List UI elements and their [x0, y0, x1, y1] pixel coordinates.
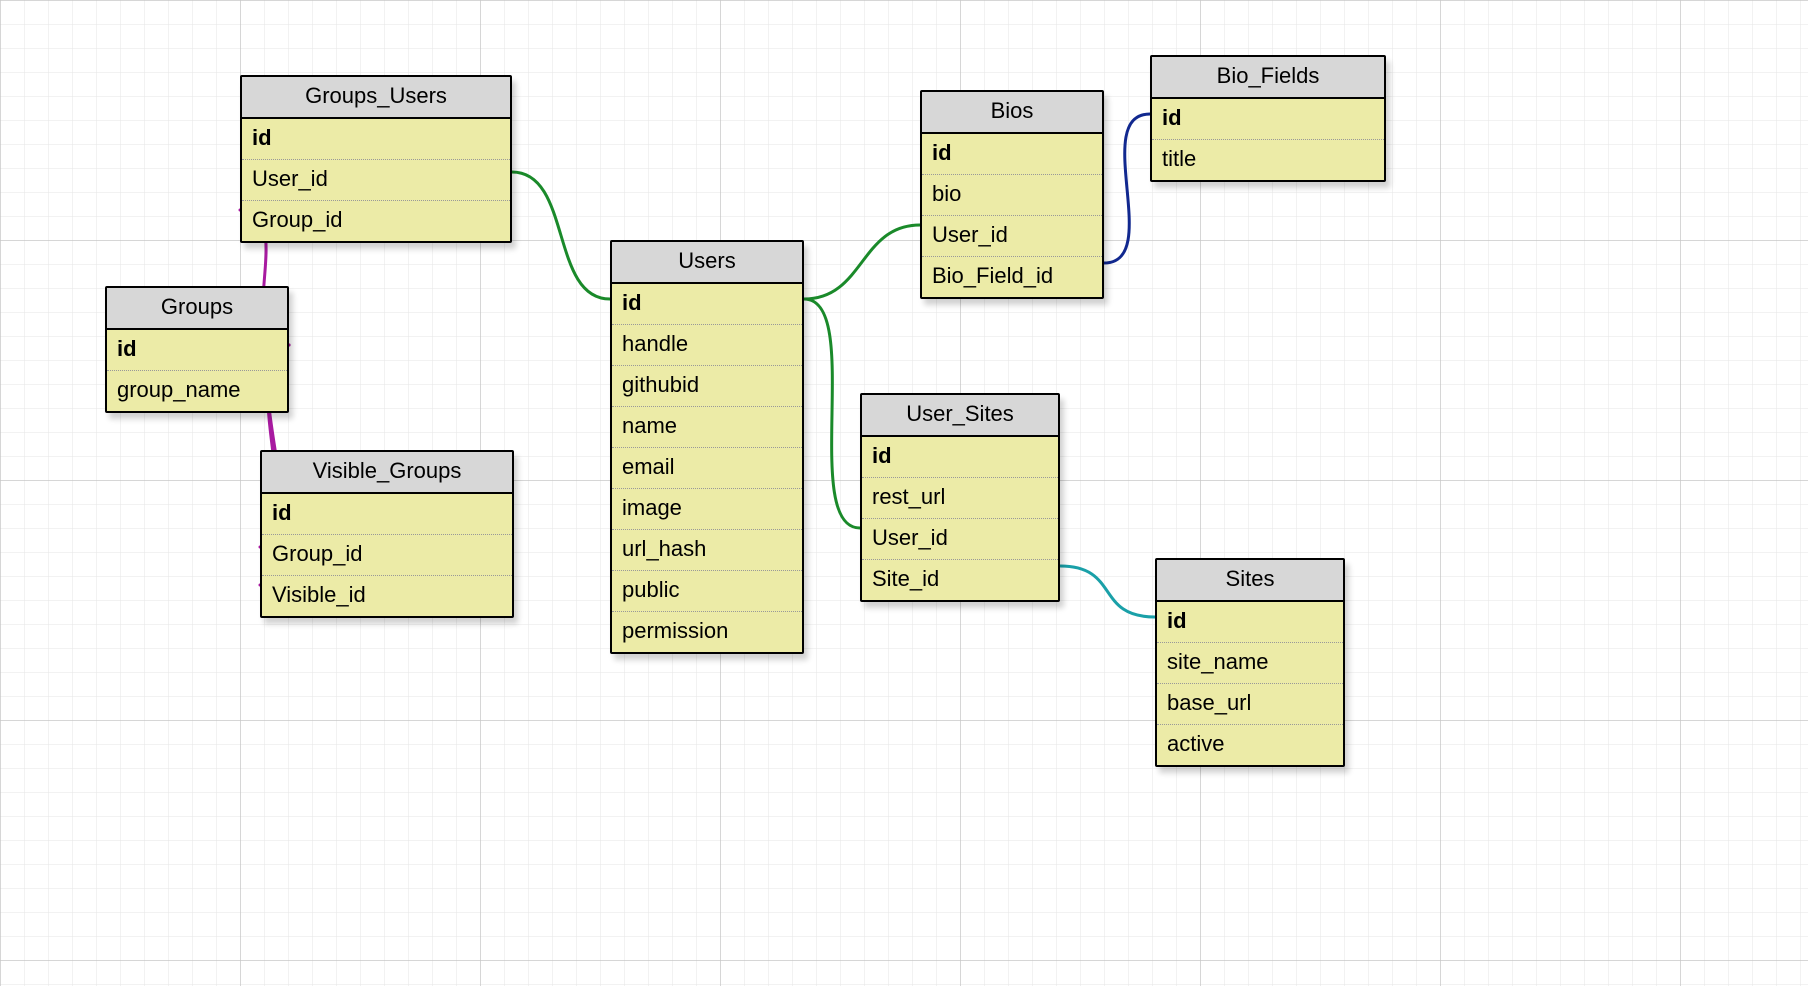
field-id[interactable]: id: [262, 494, 512, 535]
field-bio-field-id[interactable]: Bio_Field_id: [922, 257, 1102, 297]
connector: [1060, 566, 1155, 617]
table-groups[interactable]: Groups id group_name: [105, 286, 289, 413]
field-title[interactable]: title: [1152, 140, 1384, 180]
table-bios[interactable]: Bios id bio User_id Bio_Field_id: [920, 90, 1104, 299]
field-id[interactable]: id: [922, 134, 1102, 175]
field-id[interactable]: id: [242, 119, 510, 160]
connector: [804, 299, 860, 528]
table-title: Bio_Fields: [1152, 57, 1384, 99]
table-title: Groups: [107, 288, 287, 330]
field-permission[interactable]: permission: [612, 612, 802, 652]
table-visible-groups[interactable]: Visible_Groups id Group_id Visible_id: [260, 450, 514, 618]
table-title: Groups_Users: [242, 77, 510, 119]
field-githubid[interactable]: githubid: [612, 366, 802, 407]
table-groups-users[interactable]: Groups_Users id User_id Group_id: [240, 75, 512, 243]
field-active[interactable]: active: [1157, 725, 1343, 765]
table-title: Users: [612, 242, 802, 284]
field-name[interactable]: name: [612, 407, 802, 448]
field-rest-url[interactable]: rest_url: [862, 478, 1058, 519]
field-base-url[interactable]: base_url: [1157, 684, 1343, 725]
field-site-id[interactable]: Site_id: [862, 560, 1058, 600]
connector: [804, 225, 920, 299]
field-group-id[interactable]: Group_id: [262, 535, 512, 576]
table-bio-fields[interactable]: Bio_Fields id title: [1150, 55, 1386, 182]
field-user-id[interactable]: User_id: [242, 160, 510, 201]
connector: [1104, 114, 1150, 263]
table-title: Sites: [1157, 560, 1343, 602]
table-title: Visible_Groups: [262, 452, 512, 494]
field-visible-id[interactable]: Visible_id: [262, 576, 512, 616]
table-user-sites[interactable]: User_Sites id rest_url User_id Site_id: [860, 393, 1060, 602]
field-url-hash[interactable]: url_hash: [612, 530, 802, 571]
field-handle[interactable]: handle: [612, 325, 802, 366]
field-id[interactable]: id: [107, 330, 287, 371]
field-public[interactable]: public: [612, 571, 802, 612]
field-user-id[interactable]: User_id: [862, 519, 1058, 560]
field-bio[interactable]: bio: [922, 175, 1102, 216]
diagram-canvas[interactable]: Groups_Users id User_id Group_id Groups …: [0, 0, 1808, 986]
table-sites[interactable]: Sites id site_name base_url active: [1155, 558, 1345, 767]
field-id[interactable]: id: [1152, 99, 1384, 140]
field-id[interactable]: id: [862, 437, 1058, 478]
field-group-id[interactable]: Group_id: [242, 201, 510, 241]
field-email[interactable]: email: [612, 448, 802, 489]
field-user-id[interactable]: User_id: [922, 216, 1102, 257]
field-id[interactable]: id: [1157, 602, 1343, 643]
table-title: Bios: [922, 92, 1102, 134]
field-id[interactable]: id: [612, 284, 802, 325]
table-title: User_Sites: [862, 395, 1058, 437]
field-group-name[interactable]: group_name: [107, 371, 287, 411]
field-image[interactable]: image: [612, 489, 802, 530]
field-site-name[interactable]: site_name: [1157, 643, 1343, 684]
table-users[interactable]: Users id handle githubid name email imag…: [610, 240, 804, 654]
connector: [512, 172, 610, 299]
